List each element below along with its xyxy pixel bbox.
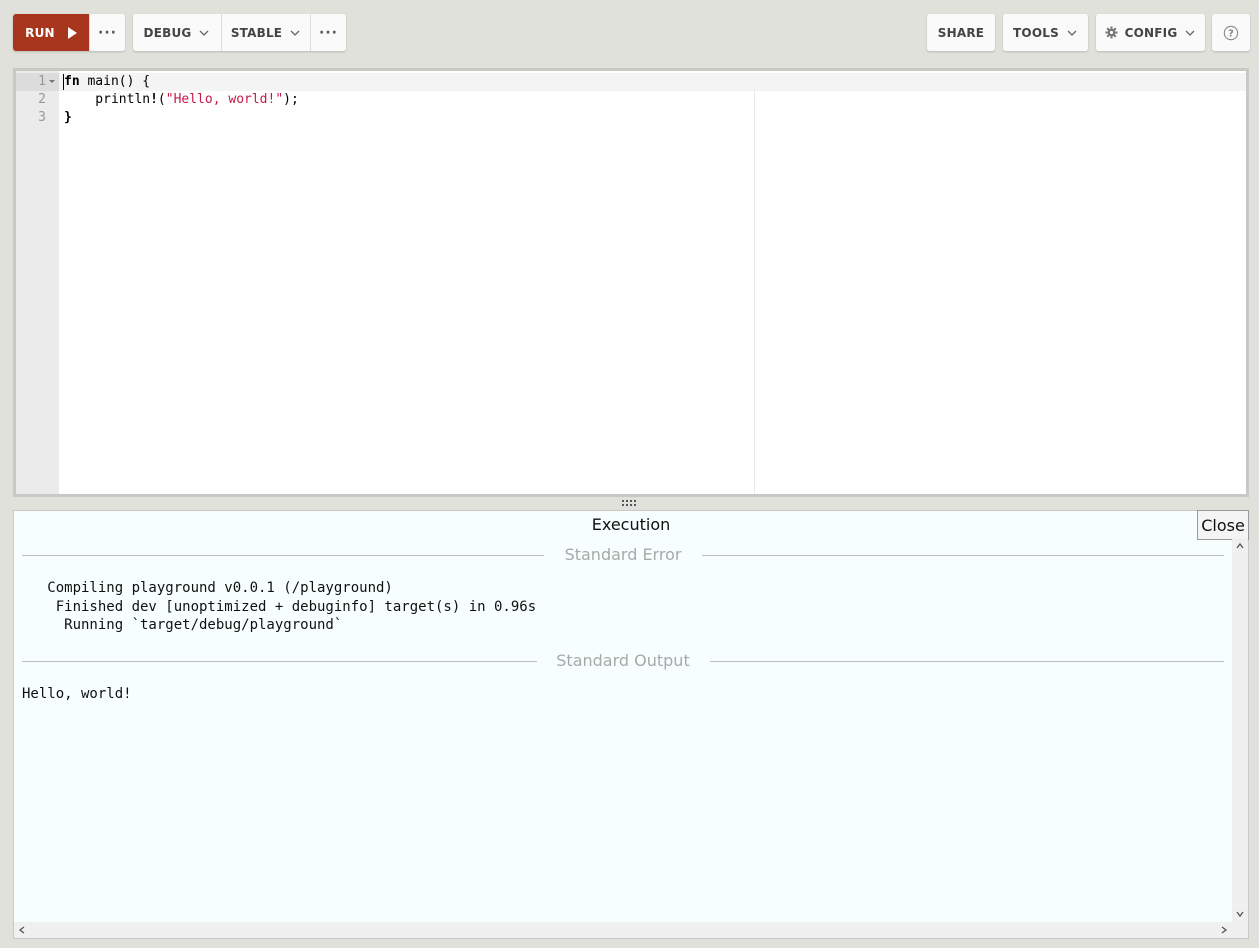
chevron-down-icon [1067,30,1077,36]
config-group: CONFIG [1096,14,1205,51]
build-options-group: DEBUG STABLE ··· [133,14,346,51]
code-line: fn main() { [64,74,150,89]
chevron-down-icon [290,30,300,36]
help-button[interactable]: ? [1212,14,1250,51]
code-text: ( [157,92,166,107]
ellipsis-icon: ··· [98,24,117,41]
mode-label: DEBUG [143,25,192,40]
ellipsis-icon: ··· [319,24,338,41]
resize-handle-icon[interactable] [621,499,637,507]
vertical-scrollbar[interactable] [1232,538,1248,922]
share-button[interactable]: SHARE [927,14,995,51]
stderr-line: Compiling playground v0.0.1 (/playground… [22,580,393,596]
text-cursor [63,74,64,90]
run-label: RUN [25,25,55,40]
help-group: ? [1212,14,1250,51]
close-button[interactable]: Close [1197,510,1249,540]
output-title: Execution [591,515,671,534]
advanced-options-button[interactable]: ··· [310,14,346,51]
stdout-content: Hello, world! [22,685,132,704]
play-icon [67,26,77,39]
channel-label: STABLE [230,25,283,40]
line-number: 3 [38,110,46,125]
toolbar: RUN ··· DEBUG STABLE ··· SHARE TOOLS CON… [13,14,1250,52]
fold-toggle-icon[interactable] [49,80,55,83]
run-button[interactable]: RUN [13,14,89,51]
string-literal: "Hello, world!" [165,92,284,107]
code-line: println!("Hello, world!"); [64,92,299,107]
run-more-button[interactable]: ··· [89,14,125,51]
svg-text:?: ? [1228,28,1234,39]
divider [702,555,1224,556]
scroll-down-icon[interactable] [1235,909,1245,919]
chevron-down-icon [199,30,209,36]
line-number: 2 [38,92,46,107]
line-number: 1 [38,74,46,89]
stderr-line: Running `target/debug/playground` [22,617,343,633]
active-line-highlight [59,73,1246,91]
mode-dropdown[interactable]: DEBUG [133,14,221,51]
horizontal-scrollbar[interactable] [14,922,1248,938]
code-line: } [64,110,72,125]
code-text: main() { [79,74,151,89]
channel-dropdown[interactable]: STABLE [221,14,310,51]
tools-dropdown[interactable]: TOOLS [1003,14,1088,51]
scroll-left-icon[interactable] [17,925,27,935]
stderr-content: Compiling playground v0.0.1 (/playground… [22,579,536,635]
stderr-header: Standard Error [22,545,1224,565]
stdout-header: Standard Output [22,651,1224,671]
keyword: } [64,110,72,125]
print-margin [754,89,755,494]
macro-bang: ! [150,92,158,107]
config-label: CONFIG [1124,25,1178,40]
scroll-up-icon[interactable] [1235,541,1245,551]
code-text: println [64,92,151,107]
code-editor[interactable]: 1 2 3 fn main() { println!("Hello, world… [13,68,1249,497]
keyword: fn [64,74,80,89]
scroll-right-icon[interactable] [1219,925,1229,935]
tools-group: TOOLS [1003,14,1088,51]
code-text: ); [283,92,299,107]
chevron-down-icon [1185,30,1195,36]
stdout-line: Hello, world! [22,686,132,702]
run-group: RUN ··· [13,14,125,51]
divider [710,661,1224,662]
gear-icon [1105,26,1118,39]
share-group: SHARE [927,14,995,51]
config-dropdown[interactable]: CONFIG [1096,14,1205,51]
stderr-line: Finished dev [unoptimized + debuginfo] t… [22,598,537,615]
share-label: SHARE [937,25,985,40]
tools-label: TOOLS [1013,25,1059,40]
output-panel: Execution Close Standard Error Compiling… [13,510,1249,939]
line-gutter: 1 2 3 [16,71,59,494]
help-icon: ? [1223,25,1239,40]
